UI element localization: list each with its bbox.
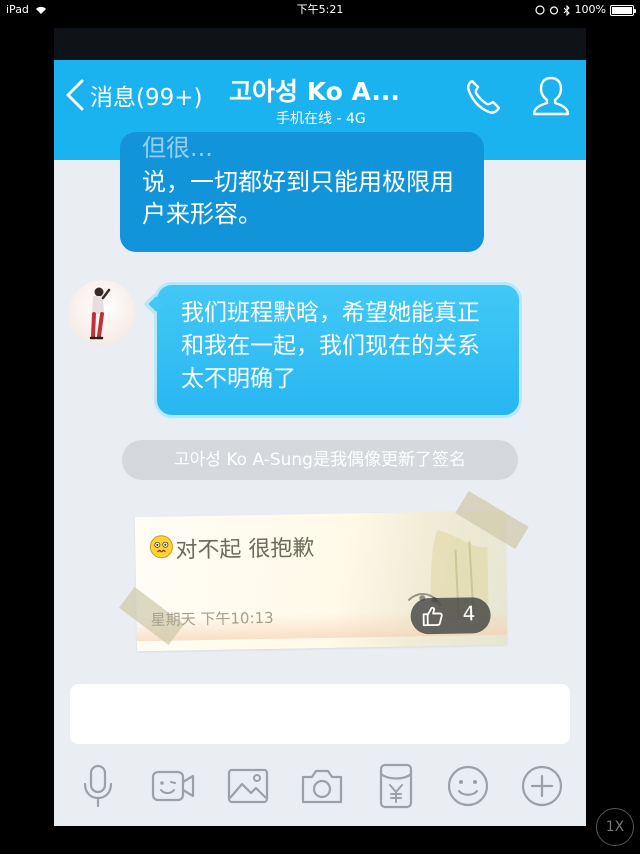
bluetooth-icon (563, 4, 570, 16)
phone-icon[interactable] (462, 76, 504, 118)
message-list[interactable]: 但很... 说，一切都好到只能用极限用户来形容。 我们班程默晗，希望她能真正和我… (54, 132, 586, 678)
back-label: 消息(99+) (90, 85, 203, 111)
signature-time: 星期天 下午10:13 (150, 608, 274, 629)
thumbs-up-icon (422, 606, 443, 627)
input-panel (54, 678, 586, 826)
signature-text: 对不起 很抱歉 (175, 536, 315, 564)
like-button[interactable]: 4 (410, 597, 491, 635)
message-input[interactable] (70, 684, 570, 744)
device-status-bar: iPad 下午5:21 100% (0, 0, 640, 20)
outgoing-message-partial: 但很... (142, 134, 213, 162)
microphone-icon (83, 764, 113, 808)
contact-avatar[interactable] (69, 280, 135, 346)
video-call-icon (151, 770, 195, 802)
profile-icon[interactable] (530, 74, 572, 118)
emoji-icon (447, 765, 489, 807)
outgoing-message-text: 说，一切都好到只能用极限用户来形容。 (142, 168, 454, 228)
bubble-tail (144, 294, 164, 314)
like-count: 4 (462, 601, 476, 626)
alarm-icon (549, 6, 558, 15)
signature-update-notice[interactable]: 고아성 Ko A-Sung是我偶像更新了签名 (122, 440, 518, 480)
photo-button[interactable] (224, 762, 272, 810)
incoming-message-bubble[interactable]: 我们班程默晗，希望她能真正和我在一起，我们现在的关系太不明确了 (144, 282, 522, 418)
scale-1x-button[interactable]: 1X (596, 808, 634, 846)
camera-button[interactable] (298, 762, 346, 810)
lock-rotation-icon (534, 5, 545, 15)
outgoing-message-bubble[interactable]: 但很... 说，一切都好到只能用极限用户来形容。 (120, 132, 484, 252)
signature-card[interactable]: 对不起 很抱歉 星期天 下午10:13 4 (119, 490, 529, 652)
emoji-button[interactable] (444, 762, 492, 810)
battery-icon (610, 4, 636, 16)
chat-app: 消息(99+) 고아성 Ko A... 手机在线 - 4G 但很... 说，一切… (54, 28, 586, 826)
voice-button[interactable] (74, 762, 122, 810)
camera-icon (301, 769, 343, 804)
input-toolbar (54, 762, 586, 814)
more-button[interactable] (518, 762, 566, 810)
chevron-left-icon (66, 79, 84, 111)
embarrassed-emoji-icon (149, 535, 173, 559)
red-packet-button[interactable] (372, 762, 420, 810)
person-figure-icon (89, 287, 111, 340)
back-button[interactable]: 消息(99+) (64, 78, 202, 112)
app-status-band (54, 28, 586, 60)
contact-name[interactable]: 고아성 Ko A... (229, 72, 400, 108)
incoming-message-text: 我们班程默晗，希望她能真正和我在一起，我们现在的关系太不明确了 (181, 300, 480, 392)
battery-percentage: 100% (574, 3, 606, 16)
red-packet-icon (379, 763, 413, 809)
plus-icon (521, 765, 563, 807)
photo-icon (227, 768, 269, 804)
video-call-button[interactable] (149, 762, 197, 810)
online-status: 手机在线 - 4G (276, 111, 366, 127)
